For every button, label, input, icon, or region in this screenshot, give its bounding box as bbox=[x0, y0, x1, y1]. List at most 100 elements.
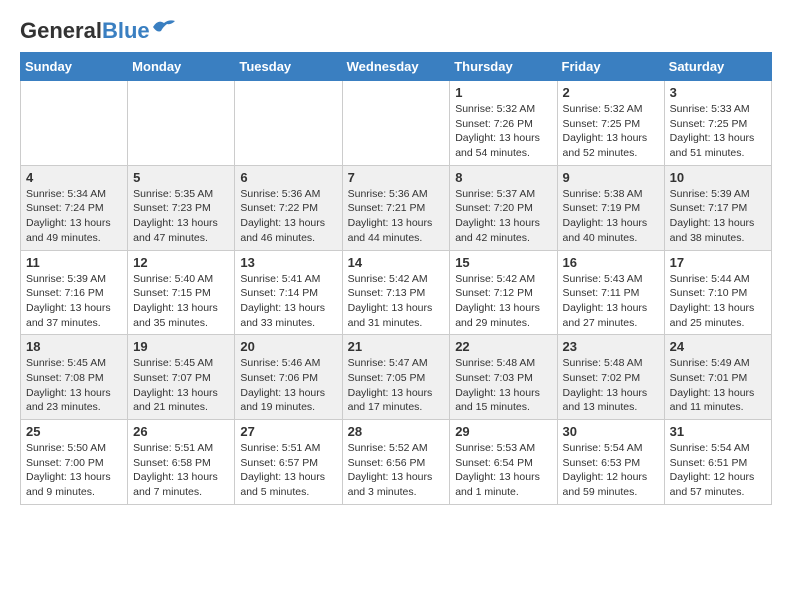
day-info: Sunrise: 5:39 AM Sunset: 7:16 PM Dayligh… bbox=[26, 272, 122, 331]
day-info: Sunrise: 5:48 AM Sunset: 7:03 PM Dayligh… bbox=[455, 356, 551, 415]
calendar-week-row: 18 Sunrise: 5:45 AM Sunset: 7:08 PM Dayli… bbox=[21, 335, 772, 420]
day-number: 12 bbox=[133, 255, 229, 270]
calendar-cell: 18 Sunrise: 5:45 AM Sunset: 7:08 PM Dayli… bbox=[21, 335, 128, 420]
day-number: 15 bbox=[455, 255, 551, 270]
day-info: Sunrise: 5:34 AM Sunset: 7:24 PM Dayligh… bbox=[26, 187, 122, 246]
calendar-cell: 12 Sunrise: 5:40 AM Sunset: 7:15 PM Dayli… bbox=[128, 250, 235, 335]
day-info: Sunrise: 5:44 AM Sunset: 7:10 PM Dayligh… bbox=[670, 272, 766, 331]
calendar-week-row: 11 Sunrise: 5:39 AM Sunset: 7:16 PM Dayli… bbox=[21, 250, 772, 335]
logo-general: General bbox=[20, 18, 102, 43]
day-info: Sunrise: 5:41 AM Sunset: 7:14 PM Dayligh… bbox=[240, 272, 336, 331]
day-number: 7 bbox=[348, 170, 445, 185]
day-number: 23 bbox=[563, 339, 659, 354]
day-info: Sunrise: 5:47 AM Sunset: 7:05 PM Dayligh… bbox=[348, 356, 445, 415]
day-info: Sunrise: 5:40 AM Sunset: 7:15 PM Dayligh… bbox=[133, 272, 229, 331]
day-number: 3 bbox=[670, 85, 766, 100]
calendar-cell: 22 Sunrise: 5:48 AM Sunset: 7:03 PM Dayli… bbox=[450, 335, 557, 420]
day-info: Sunrise: 5:36 AM Sunset: 7:21 PM Dayligh… bbox=[348, 187, 445, 246]
day-of-week-header: Tuesday bbox=[235, 53, 342, 81]
day-number: 28 bbox=[348, 424, 445, 439]
day-info: Sunrise: 5:51 AM Sunset: 6:58 PM Dayligh… bbox=[133, 441, 229, 500]
day-info: Sunrise: 5:32 AM Sunset: 7:25 PM Dayligh… bbox=[563, 102, 659, 161]
day-number: 4 bbox=[26, 170, 122, 185]
day-number: 17 bbox=[670, 255, 766, 270]
calendar-cell: 23Sunrise: 5:48 AM Sunset: 7:02 PM Dayli… bbox=[557, 335, 664, 420]
day-info: Sunrise: 5:35 AM Sunset: 7:23 PM Dayligh… bbox=[133, 187, 229, 246]
logo-bird-icon bbox=[153, 19, 175, 35]
day-number: 1 bbox=[455, 85, 551, 100]
day-number: 5 bbox=[133, 170, 229, 185]
day-number: 20 bbox=[240, 339, 336, 354]
day-number: 14 bbox=[348, 255, 445, 270]
day-number: 2 bbox=[563, 85, 659, 100]
day-info: Sunrise: 5:45 AM Sunset: 7:08 PM Dayligh… bbox=[26, 356, 122, 415]
calendar-cell: 24Sunrise: 5:49 AM Sunset: 7:01 PM Dayli… bbox=[664, 335, 771, 420]
calendar-cell: 14 Sunrise: 5:42 AM Sunset: 7:13 PM Dayli… bbox=[342, 250, 450, 335]
day-number: 8 bbox=[455, 170, 551, 185]
day-info: Sunrise: 5:46 AM Sunset: 7:06 PM Dayligh… bbox=[240, 356, 336, 415]
day-info: Sunrise: 5:52 AM Sunset: 6:56 PM Dayligh… bbox=[348, 441, 445, 500]
calendar-cell: 1 Sunrise: 5:32 AM Sunset: 7:26 PM Daylig… bbox=[450, 81, 557, 166]
day-info: Sunrise: 5:32 AM Sunset: 7:26 PM Dayligh… bbox=[455, 102, 551, 161]
day-number: 16 bbox=[563, 255, 659, 270]
day-number: 19 bbox=[133, 339, 229, 354]
day-number: 25 bbox=[26, 424, 122, 439]
day-number: 6 bbox=[240, 170, 336, 185]
day-info: Sunrise: 5:38 AM Sunset: 7:19 PM Dayligh… bbox=[563, 187, 659, 246]
day-number: 21 bbox=[348, 339, 445, 354]
calendar-cell: 16 Sunrise: 5:43 AM Sunset: 7:11 PM Dayli… bbox=[557, 250, 664, 335]
day-info: Sunrise: 5:36 AM Sunset: 7:22 PM Dayligh… bbox=[240, 187, 336, 246]
day-info: Sunrise: 5:54 AM Sunset: 6:53 PM Dayligh… bbox=[563, 441, 659, 500]
day-info: Sunrise: 5:45 AM Sunset: 7:07 PM Dayligh… bbox=[133, 356, 229, 415]
calendar-cell: 19 Sunrise: 5:45 AM Sunset: 7:07 PM Dayli… bbox=[128, 335, 235, 420]
day-number: 18 bbox=[26, 339, 122, 354]
day-info: Sunrise: 5:51 AM Sunset: 6:57 PM Dayligh… bbox=[240, 441, 336, 500]
day-of-week-header: Friday bbox=[557, 53, 664, 81]
day-of-week-header: Thursday bbox=[450, 53, 557, 81]
calendar-cell: 5 Sunrise: 5:35 AM Sunset: 7:23 PM Daylig… bbox=[128, 165, 235, 250]
calendar-cell: 4 Sunrise: 5:34 AM Sunset: 7:24 PM Daylig… bbox=[21, 165, 128, 250]
calendar-cell: 9 Sunrise: 5:38 AM Sunset: 7:19 PM Daylig… bbox=[557, 165, 664, 250]
calendar-cell: 11 Sunrise: 5:39 AM Sunset: 7:16 PM Dayli… bbox=[21, 250, 128, 335]
day-number: 9 bbox=[563, 170, 659, 185]
calendar-week-row: 4 Sunrise: 5:34 AM Sunset: 7:24 PM Daylig… bbox=[21, 165, 772, 250]
calendar-week-row: 25Sunrise: 5:50 AM Sunset: 7:00 PM Dayli… bbox=[21, 420, 772, 505]
calendar-cell: 7 Sunrise: 5:36 AM Sunset: 7:21 PM Daylig… bbox=[342, 165, 450, 250]
calendar-cell bbox=[342, 81, 450, 166]
day-info: Sunrise: 5:42 AM Sunset: 7:13 PM Dayligh… bbox=[348, 272, 445, 331]
day-info: Sunrise: 5:43 AM Sunset: 7:11 PM Dayligh… bbox=[563, 272, 659, 331]
calendar-cell: 10Sunrise: 5:39 AM Sunset: 7:17 PM Dayli… bbox=[664, 165, 771, 250]
day-of-week-header: Wednesday bbox=[342, 53, 450, 81]
day-info: Sunrise: 5:54 AM Sunset: 6:51 PM Dayligh… bbox=[670, 441, 766, 500]
calendar-cell: 25Sunrise: 5:50 AM Sunset: 7:00 PM Dayli… bbox=[21, 420, 128, 505]
calendar-cell: 2 Sunrise: 5:32 AM Sunset: 7:25 PM Daylig… bbox=[557, 81, 664, 166]
calendar-cell bbox=[235, 81, 342, 166]
calendar-cell: 8 Sunrise: 5:37 AM Sunset: 7:20 PM Daylig… bbox=[450, 165, 557, 250]
calendar-cell: 15Sunrise: 5:42 AM Sunset: 7:12 PM Dayli… bbox=[450, 250, 557, 335]
logo: GeneralBlue bbox=[20, 20, 175, 42]
day-number: 26 bbox=[133, 424, 229, 439]
logo-blue: Blue bbox=[102, 18, 150, 43]
day-number: 11 bbox=[26, 255, 122, 270]
day-of-week-header: Sunday bbox=[21, 53, 128, 81]
calendar-cell: 17 Sunrise: 5:44 AM Sunset: 7:10 PM Dayli… bbox=[664, 250, 771, 335]
day-info: Sunrise: 5:49 AM Sunset: 7:01 PM Dayligh… bbox=[670, 356, 766, 415]
day-number: 29 bbox=[455, 424, 551, 439]
calendar-cell: 20 Sunrise: 5:46 AM Sunset: 7:06 PM Dayli… bbox=[235, 335, 342, 420]
day-info: Sunrise: 5:33 AM Sunset: 7:25 PM Dayligh… bbox=[670, 102, 766, 161]
day-number: 27 bbox=[240, 424, 336, 439]
day-of-week-header: Monday bbox=[128, 53, 235, 81]
page-header: GeneralBlue bbox=[20, 20, 772, 42]
calendar-cell: 31Sunrise: 5:54 AM Sunset: 6:51 PM Dayli… bbox=[664, 420, 771, 505]
logo-text: GeneralBlue bbox=[20, 20, 150, 42]
calendar-cell: 21 Sunrise: 5:47 AM Sunset: 7:05 PM Dayli… bbox=[342, 335, 450, 420]
day-number: 10 bbox=[670, 170, 766, 185]
day-number: 30 bbox=[563, 424, 659, 439]
day-number: 22 bbox=[455, 339, 551, 354]
calendar-cell: 30 Sunrise: 5:54 AM Sunset: 6:53 PM Dayli… bbox=[557, 420, 664, 505]
calendar-cell: 26 Sunrise: 5:51 AM Sunset: 6:58 PM Dayli… bbox=[128, 420, 235, 505]
calendar-header-row: SundayMondayTuesdayWednesdayThursdayFrid… bbox=[21, 53, 772, 81]
calendar-cell: 27 Sunrise: 5:51 AM Sunset: 6:57 PM Dayli… bbox=[235, 420, 342, 505]
calendar-cell bbox=[21, 81, 128, 166]
day-info: Sunrise: 5:37 AM Sunset: 7:20 PM Dayligh… bbox=[455, 187, 551, 246]
